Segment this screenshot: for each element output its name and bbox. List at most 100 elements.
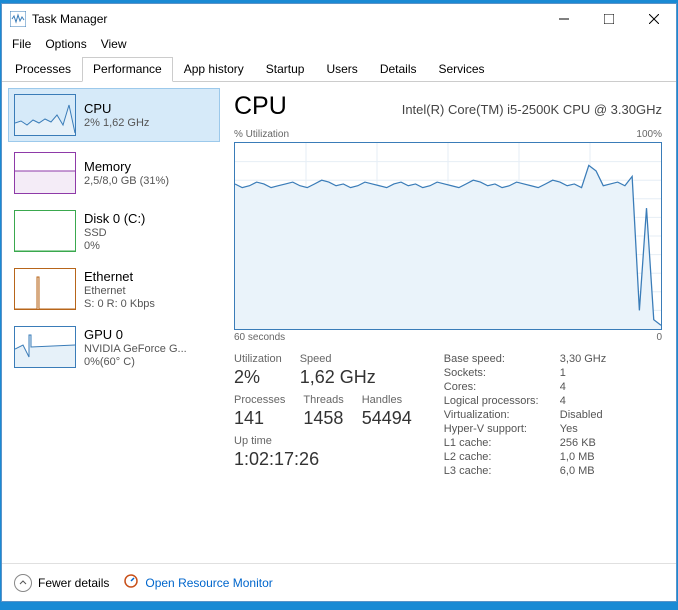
- spec-key: L1 cache:: [444, 437, 560, 449]
- chart-bottom-labels: 60 seconds 0: [234, 332, 662, 343]
- mini-chart-icon: [14, 326, 76, 368]
- spec-value: 4: [560, 381, 566, 393]
- stat-label: Utilization: [234, 353, 282, 365]
- tab-services[interactable]: Services: [428, 57, 496, 82]
- stat-row: Utilization2%Speed1,62 GHz: [234, 353, 412, 388]
- spec-value: 3,30 GHz: [560, 353, 606, 365]
- spec-row: L3 cache:6,0 MB: [444, 465, 606, 477]
- spec-key: Logical processors:: [444, 395, 560, 407]
- spec-value: 1: [560, 367, 566, 379]
- sidebar-item-gpu-0[interactable]: GPU 0NVIDIA GeForce G...0%(60° C): [8, 320, 220, 374]
- stats-right: Base speed:3,30 GHzSockets:1Cores:4Logic…: [444, 353, 606, 477]
- menu-file[interactable]: File: [12, 37, 31, 51]
- spec-key: L3 cache:: [444, 465, 560, 477]
- stat-label: Processes: [234, 394, 285, 406]
- caption-buttons: [541, 4, 676, 34]
- mini-chart-icon: [14, 210, 76, 252]
- chevron-up-icon: [14, 574, 32, 592]
- stat-cell: Processes 141: [234, 394, 285, 429]
- sidebar-item-sub2: S: 0 R: 0 Kbps: [84, 298, 155, 310]
- chart-label-utilization: % Utilization: [234, 129, 289, 140]
- menu-view[interactable]: View: [101, 37, 127, 51]
- sidebar-item-sub: Ethernet: [84, 285, 155, 297]
- minimize-button[interactable]: [541, 4, 586, 34]
- sidebar-item-ethernet[interactable]: EthernetEthernetS: 0 R: 0 Kbps: [8, 262, 220, 316]
- sidebar-item-memory[interactable]: Memory2,5/8,0 GB (31%): [8, 146, 220, 200]
- footer: Fewer details Open Resource Monitor: [2, 563, 676, 601]
- main-panel: CPU Intel(R) Core(TM) i5-2500K CPU @ 3.3…: [220, 88, 670, 557]
- tab-app-history[interactable]: App history: [173, 57, 255, 82]
- mini-chart-icon: [14, 268, 76, 310]
- mini-chart-icon: [14, 94, 76, 136]
- sidebar-item-cpu[interactable]: CPU2% 1,62 GHz: [8, 88, 220, 142]
- stat-value: 141: [234, 408, 285, 429]
- stat-value: 54494: [362, 408, 412, 429]
- sidebar-item-sub2: 0%(60° C): [84, 356, 187, 368]
- sidebar-item-disk-0-c-[interactable]: Disk 0 (C:)SSD0%: [8, 204, 220, 258]
- tab-startup[interactable]: Startup: [255, 57, 316, 82]
- chart-top-labels: % Utilization 100%: [234, 129, 662, 140]
- content-area: CPU2% 1,62 GHzMemory2,5/8,0 GB (31%)Disk…: [2, 82, 676, 563]
- spec-value: 4: [560, 395, 566, 407]
- sidebar-item-title: Disk 0 (C:): [84, 211, 145, 226]
- stats-left: Utilization2%Speed1,62 GHzProcesses141Th…: [234, 353, 412, 477]
- stats: Utilization2%Speed1,62 GHzProcesses141Th…: [234, 353, 662, 477]
- close-button[interactable]: [631, 4, 676, 34]
- tab-performance[interactable]: Performance: [82, 57, 173, 82]
- spec-key: Virtualization:: [444, 409, 560, 421]
- stat-value: 1,62 GHz: [300, 367, 376, 388]
- spec-key: Sockets:: [444, 367, 560, 379]
- sidebar-item-sub: 2% 1,62 GHz: [84, 117, 149, 129]
- sidebar-item-title: Memory: [84, 159, 169, 174]
- sidebar-item-sub: SSD: [84, 227, 145, 239]
- chart-label-60s: 60 seconds: [234, 332, 285, 343]
- maximize-button[interactable]: [586, 4, 631, 34]
- spec-row: Virtualization:Disabled: [444, 409, 606, 421]
- spec-key: Cores:: [444, 381, 560, 393]
- spec-value: Disabled: [560, 409, 603, 421]
- spec-row: Logical processors:4: [444, 395, 606, 407]
- spec-row: Sockets:1: [444, 367, 606, 379]
- tab-processes[interactable]: Processes: [4, 57, 82, 82]
- stat-cell: Threads1458: [303, 394, 343, 429]
- uptime: Up time 1:02:17:26: [234, 435, 412, 470]
- stat-cell: Handles 54494: [362, 394, 412, 429]
- chart-label-100: 100%: [636, 129, 662, 140]
- stat-label: Handles: [362, 394, 412, 406]
- spec-row: Cores:4: [444, 381, 606, 393]
- fewer-details-button[interactable]: Fewer details: [14, 574, 109, 592]
- spec-value: 6,0 MB: [560, 465, 595, 477]
- sidebar-item-title: GPU 0: [84, 327, 187, 342]
- tabstrip: Processes Performance App history Startu…: [2, 56, 676, 82]
- sidebar-item-title: Ethernet: [84, 269, 155, 284]
- stat-cell: Utilization 2%: [234, 353, 282, 388]
- stat-value: 2%: [234, 367, 282, 388]
- tab-users[interactable]: Users: [315, 57, 368, 82]
- spec-key: Base speed:: [444, 353, 560, 365]
- menu-options[interactable]: Options: [45, 37, 86, 51]
- page-title: CPU: [234, 92, 287, 121]
- spec-value: 1,0 MB: [560, 451, 595, 463]
- sidebar-item-title: CPU: [84, 101, 149, 116]
- stat-row: Processes 141 Threads1458 Handles 54494: [234, 394, 412, 429]
- stat-value: 1458: [303, 408, 343, 429]
- mini-chart-icon: [14, 152, 76, 194]
- sidebar-item-sub2: 0%: [84, 240, 145, 252]
- spec-value: 256 KB: [560, 437, 596, 449]
- sidebar-item-sub: 2,5/8,0 GB (31%): [84, 175, 169, 187]
- task-manager-window: Task Manager File Options View Processes…: [1, 3, 677, 602]
- spec-row: L2 cache:1,0 MB: [444, 451, 606, 463]
- sidebar-item-sub: NVIDIA GeForce G...: [84, 343, 187, 355]
- open-resource-monitor-link[interactable]: Open Resource Monitor: [123, 573, 272, 592]
- cpu-utilization-chart[interactable]: [234, 142, 662, 330]
- uptime-label: Up time: [234, 435, 412, 447]
- spec-row: L1 cache:256 KB: [444, 437, 606, 449]
- chart-label-0: 0: [656, 332, 662, 343]
- uptime-value: 1:02:17:26: [234, 449, 412, 470]
- tab-details[interactable]: Details: [369, 57, 428, 82]
- window-title: Task Manager: [32, 12, 541, 26]
- titlebar[interactable]: Task Manager: [2, 4, 676, 34]
- cpu-model: Intel(R) Core(TM) i5-2500K CPU @ 3.30GHz: [307, 102, 662, 117]
- app-icon: [10, 11, 26, 27]
- spec-row: Base speed:3,30 GHz: [444, 353, 606, 365]
